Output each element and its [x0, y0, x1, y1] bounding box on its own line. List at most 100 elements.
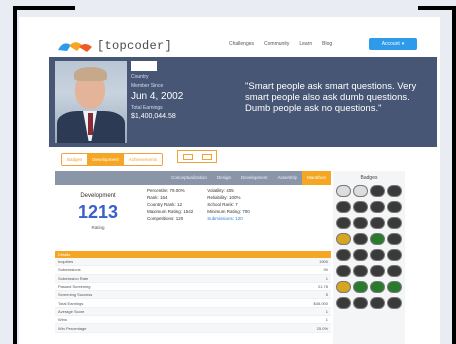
badge-icon[interactable] [336, 233, 351, 245]
tab-achievements[interactable]: Achievements [123, 154, 163, 165]
table-row: Total Earnings $45,000 [55, 299, 331, 308]
rating-sub: Rating [91, 225, 105, 230]
chart-icon[interactable] [182, 153, 193, 160]
site-header: [topcoder] Challenges Community Learn Bl… [19, 17, 440, 53]
table-row: Submission Rate 1 [55, 274, 331, 283]
stat-item: Rank: 154 [147, 195, 168, 200]
total-earnings-value: $1,400,044.58 [131, 113, 176, 120]
rating-card: Development 1213 Rating [55, 185, 141, 251]
badge-icon[interactable] [353, 233, 368, 245]
badge-icon[interactable] [370, 233, 385, 245]
profile-quote: "Smart people ask smart questions. Very … [245, 81, 417, 114]
logo[interactable]: [topcoder] [57, 39, 172, 53]
handle-redacted [131, 61, 157, 71]
frame-bracket [418, 6, 456, 10]
table-row: Screening Success 5 [55, 291, 331, 300]
table-row: Inquiries 1900 [55, 258, 331, 267]
account-button[interactable]: Account ▾ [369, 38, 417, 50]
member-since-label: Member Since [131, 83, 164, 89]
badge-icon[interactable] [353, 185, 368, 197]
badge-icon[interactable] [370, 217, 385, 229]
tab-development-track[interactable]: Development [236, 171, 273, 185]
chevron-down-icon: ▾ [401, 41, 405, 47]
badge-icon[interactable] [370, 265, 385, 277]
tab-assembly[interactable]: Assembly [272, 171, 302, 185]
badges-panel: Badges [333, 171, 405, 344]
stat-item: School Rank: 7 [207, 202, 238, 207]
profile-tabs: Badges Development Achievements [61, 153, 164, 166]
logo-icon [58, 42, 92, 52]
country-label: Country [131, 74, 149, 80]
nav-challenges[interactable]: Challenges [229, 41, 254, 47]
stat-item: Percentile: 79.00% [147, 188, 185, 193]
stat-column-left: Percentile: 79.00% Rank: 154 Country Ran… [147, 187, 193, 249]
badge-icon[interactable] [336, 185, 351, 197]
stat-item-link[interactable]: Submissions: 120 [207, 215, 250, 222]
badge-icon[interactable] [387, 185, 402, 197]
total-earnings-label: Total Earnings [131, 105, 163, 111]
badge-icon[interactable] [353, 265, 368, 277]
nav-blog[interactable]: Blog [322, 41, 332, 47]
main-nav: Challenges Community Learn Blog [229, 41, 332, 47]
badge-icon[interactable] [370, 201, 385, 213]
track-tabs: Conceptualization Design Development Ass… [55, 171, 331, 185]
view-toggle[interactable] [177, 150, 217, 163]
tab-development[interactable]: Development [87, 154, 124, 165]
list-icon[interactable] [201, 153, 212, 160]
tab-marathon[interactable]: Marathon [301, 171, 331, 185]
badge-icon[interactable] [387, 281, 402, 293]
badge-icon[interactable] [387, 217, 402, 229]
badge-icon[interactable] [387, 297, 402, 309]
badge-icon[interactable] [387, 265, 402, 277]
badges-title: Badges [360, 175, 378, 181]
account-label: Account [381, 41, 400, 47]
table-row: Average Score 1 [55, 307, 331, 317]
badge-icon[interactable] [387, 201, 402, 213]
badge-icon[interactable] [387, 249, 402, 261]
screenshot-stage: [topcoder] Challenges Community Learn Bl… [0, 0, 456, 344]
frame-bracket [452, 6, 456, 344]
badge-icon[interactable] [336, 281, 351, 293]
nav-community[interactable]: Community [264, 41, 289, 47]
badge-icon[interactable] [353, 297, 368, 309]
stat-item: Maximum Rating: 1542 [147, 209, 194, 214]
badge-icon[interactable] [336, 249, 351, 261]
badge-icon[interactable] [370, 185, 385, 197]
avatar [55, 61, 127, 143]
badge-icon[interactable] [370, 297, 385, 309]
table-header: Details [55, 251, 331, 258]
table-row: Win Percentage 25.0% [55, 324, 331, 333]
details-table: Details Inquiries 1900 Submissions 90 Subm… [55, 251, 331, 333]
badge-icon[interactable] [336, 201, 351, 213]
badge-icon[interactable] [370, 249, 385, 261]
badge-icon[interactable] [336, 265, 351, 277]
badge-icon[interactable] [353, 281, 368, 293]
badge-icon[interactable] [353, 201, 368, 213]
member-since-value: Jun 4, 2002 [131, 91, 184, 102]
frame-bracket [13, 6, 17, 344]
nav-learn[interactable]: Learn [299, 41, 312, 47]
badge-icon[interactable] [336, 217, 351, 229]
badge-icon[interactable] [336, 297, 351, 309]
stat-item: Volatility: 405 [207, 188, 234, 193]
stat-item: Competitions: 120 [147, 216, 184, 221]
logo-text: [topcoder] [97, 39, 173, 53]
stat-columns: Percentile: 79.00% Rank: 154 Country Ran… [147, 187, 331, 249]
badge-icon[interactable] [353, 217, 368, 229]
table-row: Submissions 90 [55, 266, 331, 275]
browser-page: [topcoder] Challenges Community Learn Bl… [19, 17, 440, 344]
stat-item: Reliability: 100% [207, 195, 241, 200]
frame-bracket [13, 6, 75, 10]
stat-item: Country Rank: 12 [147, 202, 183, 207]
tab-design[interactable]: Design [212, 171, 236, 185]
profile-meta: Country Member Since Jun 4, 2002 Total E… [131, 61, 183, 120]
tab-conceptualization[interactable]: Conceptualization [166, 171, 212, 185]
rating-label: Development [80, 193, 116, 199]
table-row: Passed Screening 21.78 [55, 283, 331, 292]
badge-icon[interactable] [353, 249, 368, 261]
profile-banner: Country Member Since Jun 4, 2002 Total E… [49, 57, 437, 147]
tab-badges[interactable]: Badges [62, 154, 88, 165]
table-row: Wins 1 [55, 316, 331, 325]
badge-icon[interactable] [370, 281, 385, 293]
badge-icon[interactable] [387, 233, 402, 245]
